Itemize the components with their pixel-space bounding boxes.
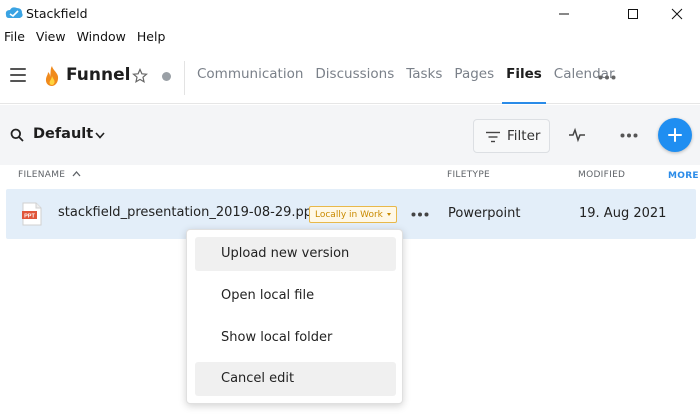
tab-discussions[interactable]: Discussions [315,66,394,82]
chevron-down-icon[interactable] [95,132,105,139]
menu-item-label: Upload new version [221,246,350,261]
room-header: Funnel Communication Discussions Tasks P… [0,51,700,104]
more-horizontal-icon[interactable] [598,75,616,80]
menu-view[interactable]: View [36,29,66,49]
column-modified[interactable]: MODIFIED [578,170,625,180]
maximize-button[interactable] [610,0,656,28]
file-context-menu: Upload new version Open local file Show … [186,229,403,404]
room-title: Funnel [66,65,131,85]
tab-communication[interactable]: Communication [197,66,303,82]
badge-caret-icon [386,213,391,216]
title-bar: Stackfield [0,0,700,28]
search-icon[interactable] [10,128,24,142]
column-filename[interactable]: FILENAME [18,170,65,180]
file-icon-label: PPT [24,213,35,219]
activity-icon[interactable] [568,127,586,143]
menu-item-open-local-file[interactable]: Open local file [195,279,396,313]
menu-file[interactable]: File [4,29,25,49]
badge-label: Locally in Work [315,209,383,220]
status-dot [162,72,171,81]
menu-item-label: Show local folder [221,330,333,345]
minimize-icon [559,13,569,15]
saved-filter-name[interactable]: Default [33,126,93,142]
tab-pages[interactable]: Pages [454,66,494,82]
star-icon[interactable] [132,68,148,84]
menu-window[interactable]: Window [77,29,126,49]
filter-lines-icon [486,131,500,143]
close-icon [671,8,683,20]
tab-files[interactable]: Files [502,66,546,104]
module-tabs: Communication Discussions Tasks Pages Fi… [197,66,627,104]
file-name[interactable]: stackfield_presentation_2019-08-29.pptx [58,205,325,220]
menu-bar: File View Window Help [0,29,176,49]
file-modified-date: 19. Aug 2021 [579,206,667,221]
minimize-button[interactable] [541,0,587,28]
header-divider [184,61,185,95]
maximize-icon [628,9,638,19]
sort-ascending-icon[interactable] [72,170,81,178]
menu-item-label: Cancel edit [221,371,295,386]
stackfield-logo-icon [5,7,23,18]
menu-item-cancel-edit[interactable]: Cancel edit [195,362,396,396]
toolbar-more-icon[interactable] [620,133,638,138]
column-more-link[interactable]: MORE [668,171,699,181]
menu-item-label: Open local file [221,288,315,303]
tab-tasks[interactable]: Tasks [406,66,442,82]
file-type: Powerpoint [448,206,521,221]
locally-in-work-badge[interactable]: Locally in Work [309,206,397,223]
menu-item-show-local-folder[interactable]: Show local folder [195,321,396,355]
filter-button-label: Filter [507,128,541,144]
fire-icon [45,66,59,86]
menu-item-upload-new-version[interactable]: Upload new version [195,237,396,271]
column-filetype[interactable]: FILETYPE [447,170,490,180]
close-button[interactable] [654,0,700,28]
filter-button[interactable]: Filter [473,119,550,153]
add-file-button[interactable] [658,118,692,152]
window-title: Stackfield [26,6,88,21]
powerpoint-file-icon: PPT [22,202,42,226]
files-toolbar: Default Filter [0,105,700,165]
menu-help[interactable]: Help [137,29,166,49]
row-more-icon[interactable] [411,212,429,217]
hamburger-menu-icon[interactable] [10,68,26,82]
